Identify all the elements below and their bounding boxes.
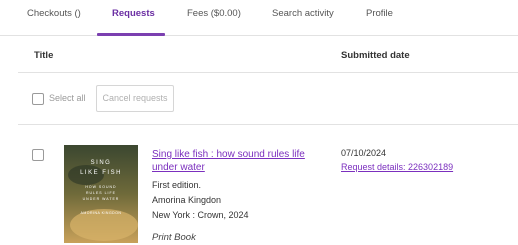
tab-requests[interactable]: Requests <box>112 8 155 19</box>
select-all-checkbox[interactable] <box>32 93 44 105</box>
tab-checkouts[interactable]: Checkouts () <box>27 8 81 19</box>
active-tab-indicator <box>97 33 165 36</box>
column-header-submitted-date: Submitted date <box>341 50 410 61</box>
cancel-requests-button[interactable]: Cancel requests <box>96 85 174 112</box>
select-all-label: Select all <box>49 93 86 103</box>
cover-subtitle-line-1: HOW SOUND <box>85 185 117 189</box>
cover-title-line-2: LIKE FISH <box>80 170 122 176</box>
account-tabs: Checkouts () Requests Fees ($0.00) Searc… <box>0 0 518 36</box>
request-publication: New York : Crown, 2024 <box>152 210 249 220</box>
header-divider <box>18 72 518 73</box>
request-submitted-date: 07/10/2024 <box>341 148 387 158</box>
request-title-link[interactable]: Sing like fish : how sound rules life un… <box>152 148 322 174</box>
controls-divider <box>18 124 518 125</box>
column-header-title: Title <box>34 50 54 61</box>
tab-search-activity[interactable]: Search activity <box>272 8 334 19</box>
request-edition: First edition. <box>152 180 202 190</box>
request-author: Amorina Kingdon <box>152 195 222 205</box>
cover-title-line-1: SING <box>90 160 112 166</box>
cover-subtitle-line-2: RULES LIFE <box>85 191 117 195</box>
request-row-checkbox[interactable] <box>32 149 44 161</box>
tab-profile[interactable]: Profile <box>366 8 393 19</box>
cover-author: AMORINA KINGDON <box>80 211 122 215</box>
request-format: Print Book <box>152 232 196 243</box>
request-details-link[interactable]: Request details: 226302189 <box>341 162 453 172</box>
tab-fees[interactable]: Fees ($0.00) <box>187 8 241 19</box>
cover-subtitle-line-3: UNDER WATER <box>82 197 120 201</box>
book-cover-image[interactable]: SING LIKE FISH HOW SOUND RULES LIFE UNDE… <box>64 145 138 243</box>
